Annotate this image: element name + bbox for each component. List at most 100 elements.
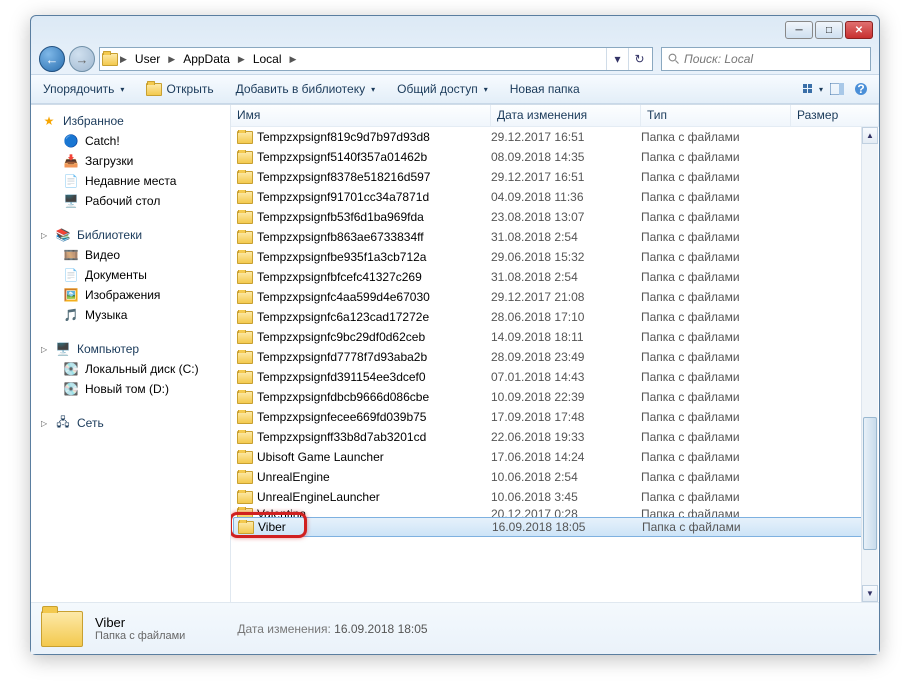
sidebar-item[interactable]: 🎞️Видео — [35, 245, 230, 265]
table-row[interactable]: Tempzxpsignfbe935f1a3cb712a29.06.2018 15… — [231, 247, 879, 267]
table-row[interactable]: Tempzxpsignf5140f357a01462b08.09.2018 14… — [231, 147, 879, 167]
table-row[interactable]: Tempzxpsignf819c9d7b97d93d829.12.2017 16… — [231, 127, 879, 147]
file-type: Папка с файлами — [641, 507, 791, 517]
navigation-pane[interactable]: ★ Избранное 🔵Catch!📥Загрузки📄Недавние ме… — [31, 105, 231, 602]
libraries-icon: 📚 — [55, 227, 71, 243]
refresh-button[interactable]: ↻ — [628, 48, 650, 70]
file-type: Папка с файлами — [641, 270, 791, 284]
column-date[interactable]: Дата изменения — [491, 105, 641, 126]
file-date: 31.08.2018 2:54 — [491, 270, 641, 284]
file-name: Tempzxpsignfb863ae6733834ff — [257, 230, 424, 244]
breadcrumb-segment[interactable]: User — [129, 48, 166, 70]
file-type: Папка с файлами — [641, 410, 791, 424]
sidebar-item[interactable]: 💽Локальный диск (C:) — [35, 359, 230, 379]
view-options-button[interactable] — [803, 79, 823, 99]
search-input[interactable]: Поиск: Local — [661, 47, 871, 71]
help-button[interactable]: ? — [851, 79, 871, 99]
search-icon — [668, 53, 680, 65]
scroll-track[interactable] — [862, 144, 878, 585]
sidebar-item-label: Недавние места — [85, 174, 176, 188]
table-row[interactable]: Tempzxpsignfd391154ee3dcef007.01.2018 14… — [231, 367, 879, 387]
sidebar-item[interactable]: 📄Недавние места — [35, 171, 230, 191]
table-row[interactable]: Tempzxpsignfc6a123cad17272e28.06.2018 17… — [231, 307, 879, 327]
table-row[interactable]: Tempzxpsignfd7778f7d93aba2b28.09.2018 23… — [231, 347, 879, 367]
scroll-down-button[interactable]: ▼ — [862, 585, 878, 602]
forward-button[interactable]: → — [69, 46, 95, 72]
preview-pane-button[interactable] — [827, 79, 847, 99]
file-name: UnrealEngineLauncher — [257, 490, 380, 504]
network-header[interactable]: ▷ 🖧 Сеть — [35, 413, 230, 433]
maximize-button[interactable]: □ — [815, 21, 843, 39]
table-row[interactable]: Tempzxpsignfbfcefc41327c26931.08.2018 2:… — [231, 267, 879, 287]
sidebar-item[interactable]: 🔵Catch! — [35, 131, 230, 151]
minimize-button[interactable]: ─ — [785, 21, 813, 39]
address-bar[interactable]: ▶ User ▶ AppData ▶ Local ▶ ▾ ↻ — [99, 47, 653, 71]
sidebar-item-label: Загрузки — [85, 154, 133, 168]
share-menu[interactable]: Общий доступ — [393, 80, 492, 98]
new-folder-button[interactable]: Новая папка — [506, 80, 584, 98]
sidebar-item[interactable]: 💽Новый том (D:) — [35, 379, 230, 399]
file-list[interactable]: Tempzxpsignf819c9d7b97d93d829.12.2017 16… — [231, 127, 879, 602]
sidebar-item[interactable]: 🖼️Изображения — [35, 285, 230, 305]
open-button[interactable]: Открыть — [142, 79, 217, 99]
close-button[interactable]: ✕ — [845, 21, 873, 39]
folder-icon — [237, 331, 253, 344]
folder-icon — [237, 171, 253, 184]
folder-icon — [237, 151, 253, 164]
folder-icon — [237, 391, 253, 404]
vertical-scrollbar[interactable]: ▲ ▼ — [861, 127, 878, 602]
chevron-right-icon[interactable]: ▶ — [288, 54, 299, 65]
table-row[interactable]: Ubisoft Game Launcher17.06.2018 14:24Пап… — [231, 447, 879, 467]
chevron-right-icon[interactable]: ▶ — [236, 54, 247, 65]
scroll-up-button[interactable]: ▲ — [862, 127, 878, 144]
breadcrumb-segment[interactable]: Local — [247, 48, 288, 70]
file-type: Папка с файлами — [641, 430, 791, 444]
file-type: Папка с файлами — [641, 470, 791, 484]
column-type[interactable]: Тип — [641, 105, 791, 126]
add-to-library-menu[interactable]: Добавить в библиотеку — [232, 80, 380, 98]
table-row[interactable]: Tempzxpsignfc9bc29df0d62ceb14.09.2018 18… — [231, 327, 879, 347]
favorites-group: ★ Избранное 🔵Catch!📥Загрузки📄Недавние ме… — [35, 111, 230, 211]
column-size[interactable]: Размер — [791, 105, 879, 126]
favorites-header[interactable]: ★ Избранное — [35, 111, 230, 131]
organize-menu[interactable]: Упорядочить — [39, 80, 128, 98]
back-button[interactable]: ← — [39, 46, 65, 72]
sidebar-item[interactable]: 🎵Музыка — [35, 305, 230, 325]
table-row[interactable]: UnrealEngineLauncher10.06.2018 3:45Папка… — [231, 487, 879, 507]
breadcrumb-segment[interactable]: AppData — [177, 48, 236, 70]
table-row[interactable]: Tempzxpsignfb53f6d1ba969fda23.08.2018 13… — [231, 207, 879, 227]
scroll-thumb[interactable] — [863, 417, 877, 549]
sidebar-item[interactable]: 📥Загрузки — [35, 151, 230, 171]
computer-icon: 🖥️ — [55, 341, 71, 357]
file-date: 10.06.2018 2:54 — [491, 470, 641, 484]
history-dropdown-button[interactable]: ▾ — [606, 48, 628, 70]
details-pane: Viber Папка с файлами Дата изменения: 16… — [31, 602, 879, 654]
titlebar[interactable]: ─ □ ✕ — [31, 16, 879, 44]
table-row[interactable]: Tempzxpsignf8378e518216d59729.12.2017 16… — [231, 167, 879, 187]
file-name: Tempzxpsignfc4aa599d4e67030 — [257, 290, 430, 304]
file-date: 08.09.2018 14:35 — [491, 150, 641, 164]
table-row[interactable]: Tempzxpsignff33b8d7ab3201cd22.06.2018 19… — [231, 427, 879, 447]
computer-header[interactable]: ▷ 🖥️ Компьютер — [35, 339, 230, 359]
folder-icon — [237, 231, 253, 244]
column-name[interactable]: Имя — [231, 105, 491, 126]
chevron-right-icon[interactable]: ▶ — [118, 54, 129, 65]
table-row[interactable]: Tempzxpsignf91701cc34a7871d04.09.2018 11… — [231, 187, 879, 207]
file-name: Tempzxpsignf8378e518216d597 — [257, 170, 430, 184]
file-name: Tempzxpsignff33b8d7ab3201cd — [257, 430, 426, 444]
table-row[interactable]: Tempzxpsignfc4aa599d4e6703029.12.2017 21… — [231, 287, 879, 307]
file-type: Папка с файлами — [641, 310, 791, 324]
sidebar-item[interactable]: 🖥️Рабочий стол — [35, 191, 230, 211]
pane-icon — [830, 83, 844, 95]
table-row[interactable]: Tempzxpsignfecee669fd039b7517.09.2018 17… — [231, 407, 879, 427]
table-row[interactable]: Viber16.09.2018 18:05Папка с файлами — [233, 517, 873, 537]
table-row[interactable]: Valentina20.12.2017 0:28Папка с файлами — [231, 507, 879, 517]
table-row[interactable]: Tempzxpsignfdbcb9666d086cbe10.09.2018 22… — [231, 387, 879, 407]
table-row[interactable]: Tempzxpsignfb863ae6733834ff31.08.2018 2:… — [231, 227, 879, 247]
chevron-right-icon[interactable]: ▶ — [166, 54, 177, 65]
sidebar-item[interactable]: 📄Документы — [35, 265, 230, 285]
table-row[interactable]: UnrealEngine10.06.2018 2:54Папка с файла… — [231, 467, 879, 487]
column-headers: Имя Дата изменения Тип Размер — [231, 105, 879, 127]
file-list-pane: Имя Дата изменения Тип Размер Tempzxpsig… — [231, 105, 879, 602]
libraries-header[interactable]: ▷ 📚 Библиотеки — [35, 225, 230, 245]
